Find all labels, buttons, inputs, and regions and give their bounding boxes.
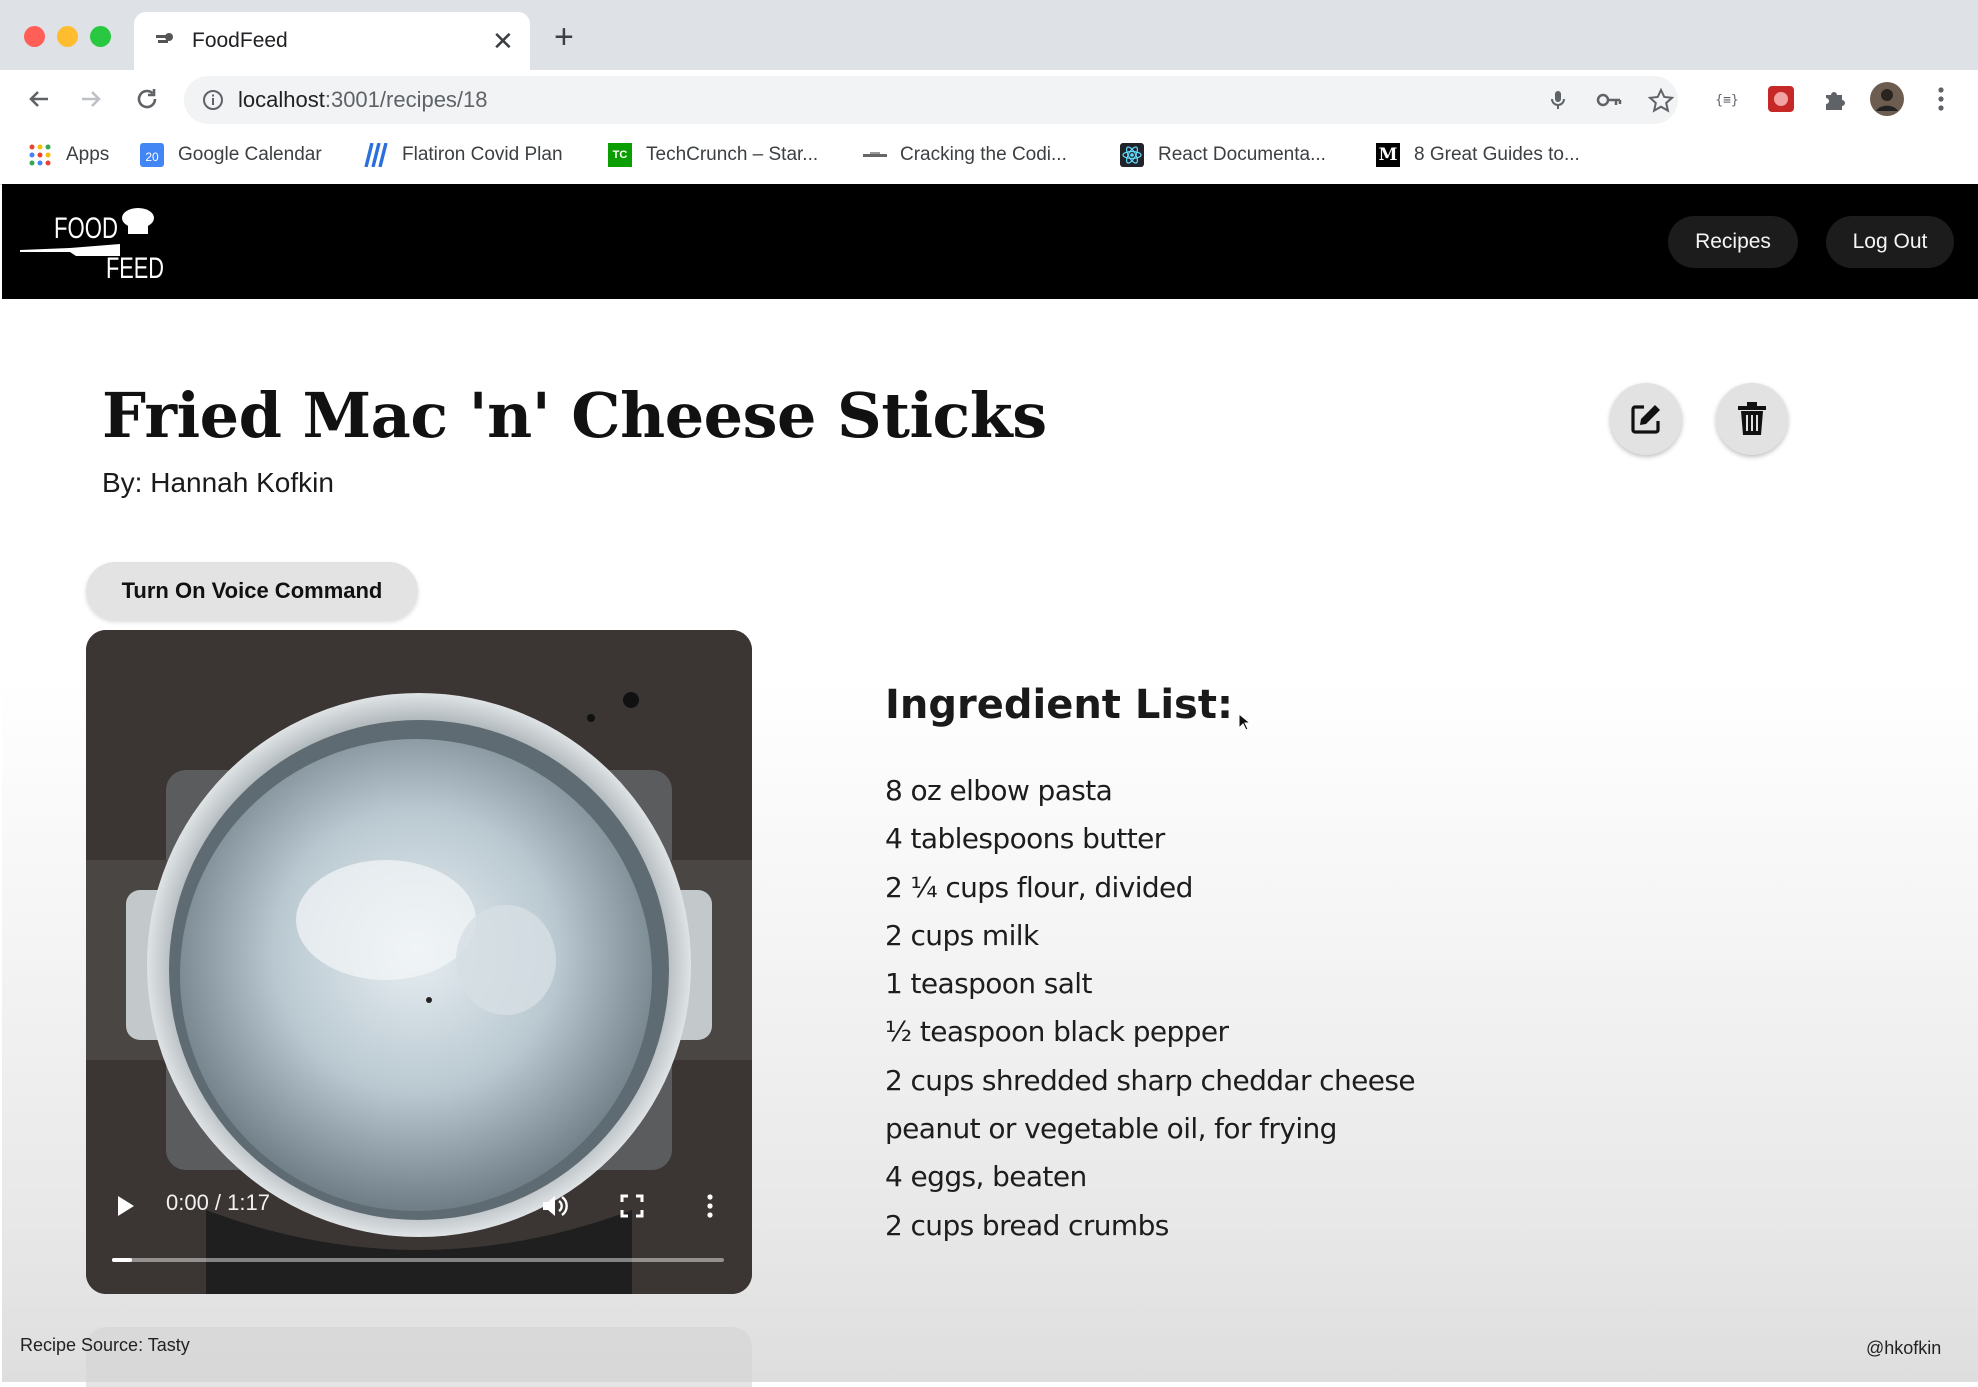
foodfeed-logo[interactable]: FOOD FEED xyxy=(20,204,170,285)
ingredient-item: 2 cups bread crumbs xyxy=(885,1208,1169,1242)
extension-red-icon[interactable] xyxy=(1764,82,1798,116)
address-bar[interactable]: localhost:3001/recipes/18 xyxy=(184,76,1678,124)
browser-tab[interactable]: FoodFeed ✕ xyxy=(134,12,530,70)
mouse-cursor-icon xyxy=(1238,712,1252,736)
play-icon[interactable] xyxy=(116,1194,136,1223)
calendar-icon: 20 xyxy=(140,143,164,167)
ingredient-item: ½ teaspoon black pepper xyxy=(885,1015,1229,1049)
video-progress-fill xyxy=(112,1258,132,1262)
delete-recipe-button[interactable] xyxy=(1716,383,1788,455)
bookmark-techcrunch[interactable]: TC TechCrunch – Star... xyxy=(608,140,818,170)
tab-close-icon[interactable]: ✕ xyxy=(492,28,514,54)
url-host: localhost xyxy=(238,87,325,112)
ingredient-item: 2 ¼ cups flour, divided xyxy=(885,870,1193,904)
back-icon[interactable] xyxy=(22,82,56,116)
flatiron-icon xyxy=(364,142,388,168)
ingredient-item: 4 eggs, beaten xyxy=(885,1160,1087,1194)
bookmark-label: Google Calendar xyxy=(178,144,322,165)
logo-text-food: FOOD xyxy=(54,212,118,245)
author-handle: @hkofkin xyxy=(1866,1338,1942,1358)
edit-recipe-button[interactable] xyxy=(1610,383,1682,455)
calendar-day: 20 xyxy=(145,150,159,164)
ingredient-item: 8 oz elbow pasta xyxy=(885,774,1113,807)
bookmark-apps[interactable]: Apps xyxy=(28,140,109,170)
app-header: FOOD FEED Recipes Log Out xyxy=(2,184,1978,299)
minimize-window-button[interactable] xyxy=(57,26,78,47)
logout-button[interactable]: Log Out xyxy=(1826,216,1954,268)
ingredient-item: 1 teaspoon salt xyxy=(885,967,1092,1001)
microphone-icon[interactable] xyxy=(1546,88,1570,117)
bookmark-label: Cracking the Codi... xyxy=(900,144,1067,165)
forward-icon[interactable] xyxy=(74,82,108,116)
maximize-window-button[interactable] xyxy=(90,26,111,47)
reload-icon[interactable] xyxy=(130,82,164,116)
bookmark-label: React Documenta... xyxy=(1158,144,1326,165)
tab-title: FoodFeed xyxy=(192,29,288,52)
chef-hat-icon xyxy=(122,208,154,234)
techcrunch-icon: TC xyxy=(608,143,632,167)
svg-text:{≡}: {≡} xyxy=(1715,93,1738,108)
recipe-video[interactable]: 0:00 / 1:17 xyxy=(86,630,752,1294)
video-progress-bar[interactable] xyxy=(112,1258,724,1262)
nav-recipes-button[interactable]: Recipes xyxy=(1668,216,1798,268)
ingredient-item: 2 cups shredded sharp cheddar cheese xyxy=(885,1063,1416,1097)
frying-pan-icon xyxy=(20,244,120,256)
extensions-puzzle-icon[interactable] xyxy=(1818,82,1852,116)
bookmark-site-icon xyxy=(862,143,887,167)
profile-avatar[interactable] xyxy=(1870,82,1904,116)
ingredient-item: 4 tablespoons butter xyxy=(885,822,1165,856)
key-icon[interactable] xyxy=(1596,88,1622,117)
close-window-button[interactable] xyxy=(24,26,45,47)
volume-icon[interactable] xyxy=(540,1192,568,1225)
site-info-icon[interactable] xyxy=(201,88,225,117)
logo-text-feed: FEED xyxy=(106,252,164,280)
bookmark-cracking-the-coding[interactable]: Cracking the Codi... xyxy=(862,140,1067,170)
bookmark-label: TechCrunch – Star... xyxy=(646,144,819,165)
fullscreen-icon[interactable] xyxy=(620,1194,644,1223)
recipe-page: Fried Mac 'n' Cheese Sticks By: Hannah K… xyxy=(2,299,1978,1387)
bookmark-react-documentation[interactable]: React Documenta... xyxy=(1120,140,1326,170)
medium-icon: M xyxy=(1376,143,1400,167)
video-time: 0:00 / 1:17 xyxy=(166,1190,270,1215)
ingredients-heading: Ingredient List: xyxy=(885,682,1233,728)
ingredient-item: 2 cups milk xyxy=(885,918,1039,952)
bookmark-label: Flatiron Covid Plan xyxy=(402,144,563,165)
video-more-icon[interactable] xyxy=(706,1194,714,1223)
recipe-title: Fried Mac 'n' Cheese Sticks xyxy=(102,379,1047,452)
new-tab-button[interactable]: + xyxy=(554,20,574,54)
ingredient-item: peanut or vegetable oil, for frying xyxy=(885,1112,1337,1146)
url-path: :3001/recipes/18 xyxy=(324,87,488,112)
trash-icon xyxy=(1738,402,1766,435)
url-text[interactable]: localhost:3001/recipes/18 xyxy=(238,87,488,113)
bookmark-label: Apps xyxy=(66,144,110,165)
edit-icon xyxy=(1631,405,1660,434)
video-controls: 0:00 / 1:17 xyxy=(86,1190,752,1230)
react-icon xyxy=(1120,143,1144,167)
recipe-source: Recipe Source: Tasty xyxy=(20,1335,190,1355)
bookmark-star-icon[interactable] xyxy=(1647,87,1675,119)
recipe-author: By: Hannah Kofkin xyxy=(102,467,334,498)
bookmark-8-great-guides[interactable]: M 8 Great Guides to... xyxy=(1376,140,1580,170)
apps-grid-icon xyxy=(28,143,52,167)
voice-command-button[interactable]: Turn On Voice Command xyxy=(86,562,418,620)
bookmark-google-calendar[interactable]: 20 Google Calendar xyxy=(140,140,322,170)
tab-favicon-icon xyxy=(154,30,176,57)
browser-menu-icon[interactable] xyxy=(1924,82,1958,116)
extension-json-icon[interactable]: {≡} xyxy=(1710,82,1744,116)
bookmark-flatiron-covid-plan[interactable]: Flatiron Covid Plan xyxy=(364,140,563,170)
ingredient-list: 8 oz elbow pasta 4 tablespoons butter 2 … xyxy=(885,774,1416,1257)
bookmark-label: 8 Great Guides to... xyxy=(1414,144,1580,165)
